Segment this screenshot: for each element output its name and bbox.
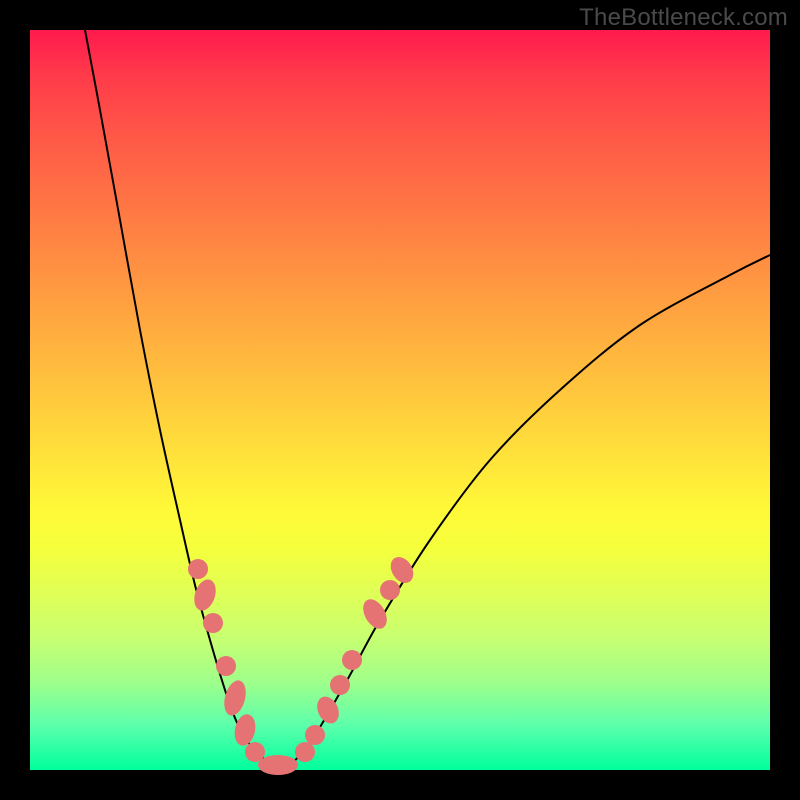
- marker-pill: [258, 755, 298, 775]
- marker-pill: [221, 678, 250, 718]
- curve-right: [290, 255, 770, 765]
- marker-dot: [305, 725, 325, 745]
- marker-group: [188, 553, 418, 775]
- curve-left: [85, 30, 270, 765]
- marker-dot: [188, 559, 208, 579]
- marker-dot: [203, 613, 223, 633]
- marker-pill: [313, 693, 343, 727]
- curve-svg: [30, 30, 770, 770]
- watermark-label: TheBottleneck.com: [579, 4, 788, 32]
- chart-frame: TheBottleneck.com: [0, 0, 800, 800]
- marker-pill: [358, 595, 391, 633]
- marker-dot: [380, 580, 400, 600]
- marker-dot: [295, 742, 315, 762]
- marker-dot: [216, 656, 236, 676]
- marker-dot: [330, 675, 350, 695]
- marker-dot: [342, 650, 362, 670]
- plot-area: [30, 30, 770, 770]
